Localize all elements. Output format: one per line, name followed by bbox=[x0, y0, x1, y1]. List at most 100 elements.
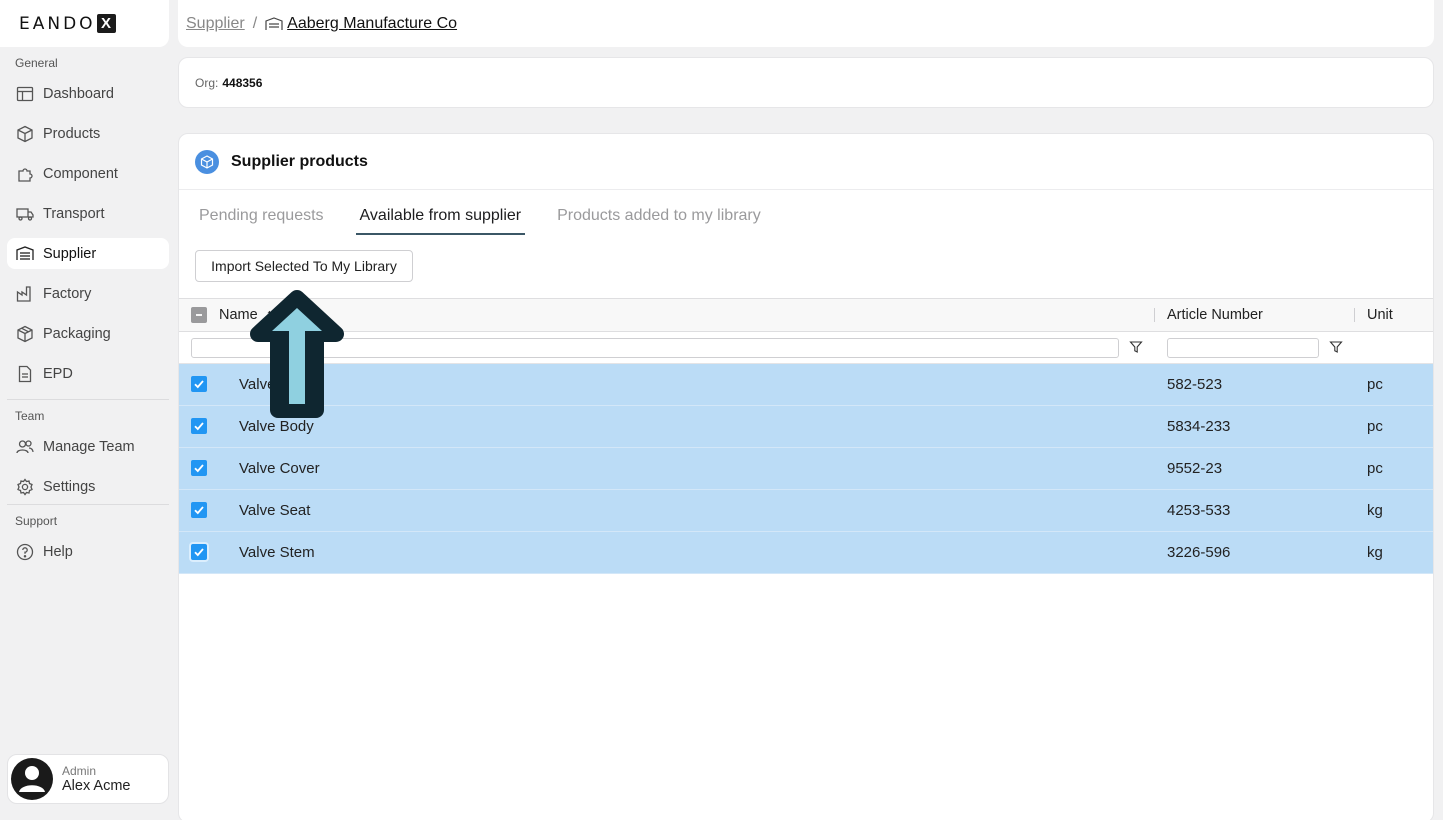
user-name: Alex Acme bbox=[62, 778, 131, 794]
panel-title: Supplier products bbox=[231, 152, 368, 170]
arrow-up-icon bbox=[250, 290, 344, 418]
dashboard-icon bbox=[15, 84, 35, 104]
sidebar-item-label: Packaging bbox=[43, 325, 111, 342]
table-row[interactable]: Valve Cover 9552-23 pc bbox=[179, 448, 1433, 490]
truck-icon bbox=[15, 204, 35, 224]
import-selected-button[interactable]: Import Selected To My Library bbox=[195, 250, 413, 282]
org-card: Org: 448356 bbox=[178, 57, 1434, 108]
cell-name: Valve Seat bbox=[239, 502, 311, 519]
cell-unit: pc bbox=[1367, 376, 1383, 393]
products-table: Name ↑ Article Number Unit Valve B 582-5… bbox=[179, 298, 1434, 574]
breadcrumb: Supplier / Aaberg Manufacture Co bbox=[178, 0, 1434, 47]
section-label-support: Support bbox=[15, 514, 58, 528]
cube-icon bbox=[195, 149, 219, 174]
sidebar-item-factory[interactable]: Factory bbox=[7, 278, 169, 309]
filter-row bbox=[179, 332, 1433, 364]
sidebar-item-epd[interactable]: EPD bbox=[7, 358, 169, 389]
sidebar-item-help[interactable]: Help bbox=[7, 536, 169, 567]
sidebar-divider bbox=[7, 504, 169, 505]
cell-article-number: 3226-596 bbox=[1167, 544, 1231, 561]
document-icon bbox=[15, 364, 35, 384]
users-icon bbox=[15, 437, 35, 457]
breadcrumb-parent-link[interactable]: Supplier bbox=[186, 15, 245, 33]
warehouse-icon bbox=[15, 244, 35, 264]
column-header-article-number[interactable]: Article Number bbox=[1167, 307, 1263, 323]
row-checkbox[interactable] bbox=[191, 376, 207, 392]
avatar bbox=[11, 758, 53, 800]
app-logo[interactable]: EANDO X bbox=[0, 0, 169, 47]
row-checkbox[interactable] bbox=[191, 502, 207, 518]
sidebar-item-label: Component bbox=[43, 165, 118, 182]
cell-unit: pc bbox=[1367, 418, 1383, 435]
sidebar-item-label: Dashboard bbox=[43, 85, 114, 102]
section-label-team: Team bbox=[15, 409, 45, 423]
user-card[interactable]: Admin Alex Acme bbox=[7, 754, 169, 804]
cell-name: Valve Stem bbox=[239, 544, 315, 561]
help-icon bbox=[15, 542, 35, 562]
breadcrumb-current-label: Aaberg Manufacture Co bbox=[287, 14, 458, 32]
cell-unit: kg bbox=[1367, 544, 1383, 561]
cell-article-number: 582-523 bbox=[1167, 376, 1223, 393]
breadcrumb-separator: / bbox=[252, 14, 258, 32]
tab-bar: Pending requests Available from supplier… bbox=[195, 207, 793, 235]
sidebar-item-packaging[interactable]: Packaging bbox=[7, 318, 169, 349]
cell-unit: kg bbox=[1367, 502, 1383, 519]
sidebar-item-dashboard[interactable]: Dashboard bbox=[7, 78, 169, 109]
logo-text: EANDO bbox=[19, 13, 96, 34]
sidebar-item-label: Supplier bbox=[43, 245, 97, 262]
sidebar-item-products[interactable]: Products bbox=[7, 118, 169, 149]
puzzle-icon bbox=[15, 164, 35, 184]
org-value: 448356 bbox=[222, 75, 263, 90]
table-row[interactable]: Valve Body 5834-233 pc bbox=[179, 406, 1433, 448]
filter-icon[interactable] bbox=[1129, 340, 1143, 354]
section-label-general: General bbox=[15, 56, 58, 70]
table-header: Name ↑ Article Number Unit bbox=[179, 298, 1434, 332]
cube-icon bbox=[15, 124, 35, 144]
column-resize-handle[interactable] bbox=[1154, 308, 1155, 322]
panel-header: Supplier products bbox=[179, 134, 1433, 190]
sidebar-item-manage-team[interactable]: Manage Team bbox=[7, 431, 169, 462]
sidebar-item-label: Factory bbox=[43, 285, 92, 302]
org-label: Org: bbox=[195, 75, 219, 90]
gear-icon bbox=[15, 477, 35, 497]
user-role: Admin bbox=[62, 764, 97, 778]
sidebar-item-settings[interactable]: Settings bbox=[7, 471, 169, 502]
sidebar-item-label: Manage Team bbox=[43, 438, 135, 455]
cell-name: Valve Cover bbox=[239, 460, 320, 477]
logo-mark: X bbox=[96, 14, 116, 33]
table-row[interactable]: Valve Seat 4253-533 kg bbox=[179, 490, 1433, 532]
cell-article-number: 4253-533 bbox=[1167, 502, 1231, 519]
article-number-filter-input[interactable] bbox=[1167, 338, 1319, 358]
sidebar-divider bbox=[7, 399, 169, 400]
sidebar-item-label: Transport bbox=[43, 205, 105, 222]
sidebar-item-supplier[interactable]: Supplier bbox=[7, 238, 169, 269]
filter-icon[interactable] bbox=[1329, 340, 1343, 354]
sidebar-item-transport[interactable]: Transport bbox=[7, 198, 169, 229]
tab-products-added[interactable]: Products added to my library bbox=[553, 207, 765, 235]
sidebar-item-label: EPD bbox=[43, 365, 73, 382]
sidebar-item-label: Settings bbox=[43, 478, 96, 495]
sidebar-item-label: Products bbox=[43, 125, 101, 142]
column-resize-handle[interactable] bbox=[1433, 308, 1434, 322]
cell-unit: pc bbox=[1367, 460, 1383, 477]
row-checkbox[interactable] bbox=[191, 418, 207, 434]
tab-pending-requests[interactable]: Pending requests bbox=[195, 207, 328, 235]
sidebar-item-label: Help bbox=[43, 543, 73, 560]
row-checkbox[interactable] bbox=[191, 544, 207, 560]
sidebar: EANDO X General Dashboard Products Compo… bbox=[0, 0, 178, 820]
warehouse-icon bbox=[265, 16, 283, 32]
package-icon bbox=[15, 324, 35, 344]
factory-icon bbox=[15, 284, 35, 304]
sidebar-item-component[interactable]: Component bbox=[7, 158, 169, 189]
breadcrumb-current[interactable]: Aaberg Manufacture Co bbox=[265, 15, 457, 33]
cell-article-number: 5834-233 bbox=[1167, 418, 1231, 435]
supplier-products-panel: Supplier products Pending requests Avail… bbox=[178, 133, 1434, 820]
column-resize-handle[interactable] bbox=[1354, 308, 1355, 322]
table-row[interactable]: Valve B 582-523 pc bbox=[179, 364, 1433, 406]
row-checkbox[interactable] bbox=[191, 460, 207, 476]
cell-article-number: 9552-23 bbox=[1167, 460, 1223, 477]
column-header-unit[interactable]: Unit bbox=[1367, 307, 1393, 323]
tab-available-from-supplier[interactable]: Available from supplier bbox=[355, 207, 526, 235]
table-row[interactable]: Valve Stem 3226-596 kg bbox=[179, 532, 1433, 574]
select-all-checkbox[interactable] bbox=[191, 307, 207, 323]
